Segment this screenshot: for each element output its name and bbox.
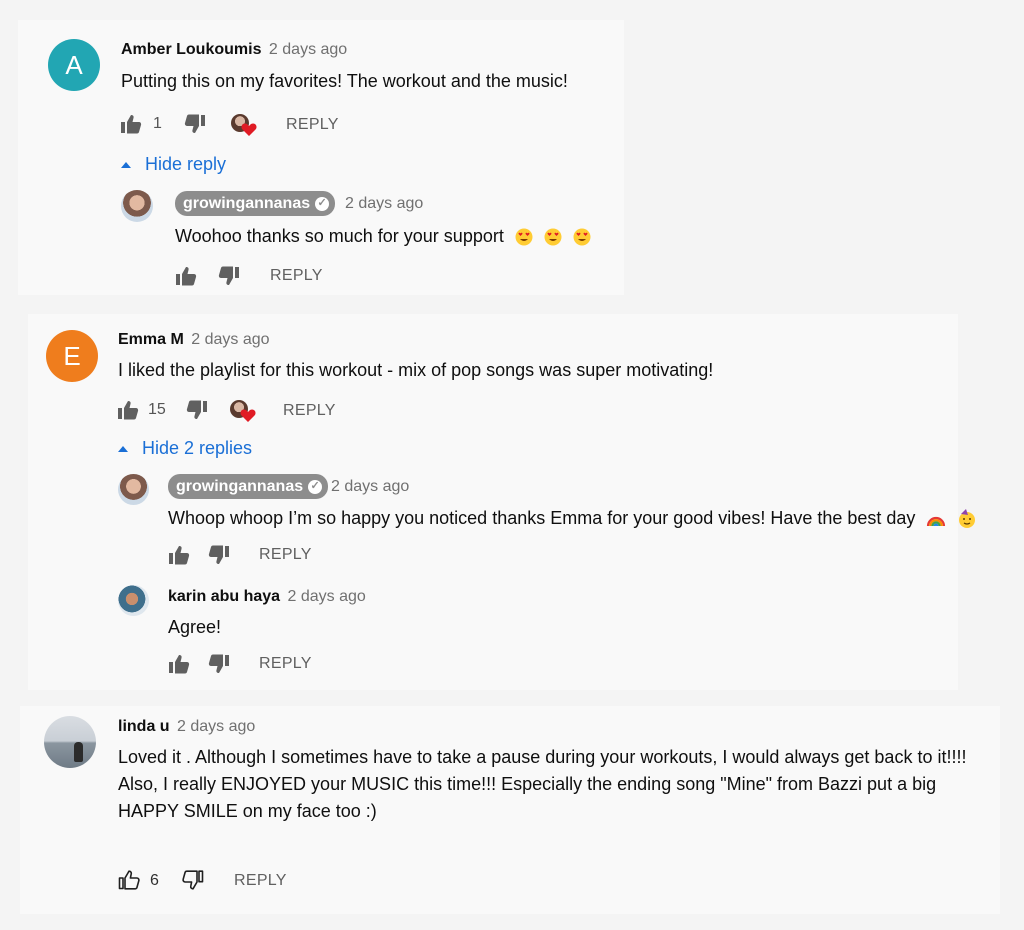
comment-header: karin abu haya 2 days ago [168,588,366,606]
thumbs-up-icon[interactable] [118,870,140,890]
avatar[interactable]: A [48,39,100,91]
reply-button[interactable]: REPLY [286,116,339,134]
author-name[interactable]: Emma M [118,331,184,348]
caret-up-icon [121,162,131,169]
reply-text: Woohoo thanks so much for your support [175,226,591,247]
author-name[interactable]: Amber Loukoumis [121,41,261,58]
thumbs-down-icon[interactable] [208,654,230,674]
heart-icon [241,123,257,136]
avatar[interactable] [44,716,96,768]
reply-button[interactable]: REPLY [270,267,323,285]
avatar[interactable] [121,190,153,222]
author-name[interactable]: karin abu haya [168,588,280,605]
creator-heart-badge [229,114,259,140]
reply-text: Agree! [168,617,222,637]
comment-time[interactable]: 2 days ago [177,718,255,735]
comment-time[interactable]: 2 days ago [191,331,269,348]
comment-header: Emma M 2 days ago [118,331,270,349]
author-name[interactable]: linda u [118,718,170,735]
rainbow-emoji-icon [927,517,946,527]
thumbs-up-icon[interactable] [120,114,142,134]
avatar-figure [74,742,83,762]
thumbs-up-icon[interactable] [168,654,190,674]
thumbs-up-icon[interactable] [175,266,197,286]
comment-header: linda u 2 days ago [118,718,255,736]
thumbs-down-icon[interactable] [208,545,230,565]
avatar[interactable] [118,474,149,505]
comment-text: I liked the playlist for this workout - … [118,360,714,380]
heart-eyes-emoji-icon [573,228,591,246]
thumbs-up-icon[interactable] [117,400,139,420]
avatar[interactable]: E [46,330,98,382]
channel-owner-badge[interactable]: growingannanas ✓ [175,191,336,216]
comment-time[interactable]: 2 days ago [345,195,423,213]
verified-check-icon: ✓ [315,196,330,211]
like-count: 6 [150,872,159,889]
reply-button[interactable]: REPLY [283,402,336,420]
reply-text: Whoop whoop I’m so happy you noticed tha… [168,508,977,529]
thumbs-down-icon[interactable] [184,114,206,134]
thumbs-down-icon[interactable] [186,400,208,420]
channel-owner-badge[interactable]: growingannanas ✓ [168,474,329,499]
comment-text: Putting this on my favorites! The workou… [121,71,568,91]
thumbs-down-icon[interactable] [182,870,204,890]
reply-button[interactable]: REPLY [259,546,312,564]
avatar[interactable] [118,585,149,616]
comment-time[interactable]: 2 days ago [331,478,409,496]
reply-button[interactable]: REPLY [234,872,287,890]
comment-thread [18,20,624,295]
comment-header: Amber Loukoumis 2 days ago [121,41,347,59]
like-count: 15 [148,401,166,418]
heart-eyes-emoji-icon [544,228,562,246]
verified-check-icon: ✓ [308,479,323,494]
thumbs-up-icon[interactable] [168,545,190,565]
like-count: 1 [153,115,162,132]
hide-replies-toggle[interactable]: Hide reply [121,154,226,175]
reply-button[interactable]: REPLY [259,655,312,673]
heart-icon [240,409,256,422]
thumbs-down-icon[interactable] [218,266,240,286]
comment-text: Loved it . Although I sometimes have to … [118,747,967,821]
heart-eyes-emoji-icon [515,228,533,246]
comment-time[interactable]: 2 days ago [269,41,347,58]
creator-heart-badge [228,400,258,426]
party-face-emoji-icon [959,509,976,529]
hide-replies-toggle[interactable]: Hide 2 replies [118,438,252,459]
caret-up-icon [118,446,128,453]
comment-time[interactable]: 2 days ago [288,588,366,605]
